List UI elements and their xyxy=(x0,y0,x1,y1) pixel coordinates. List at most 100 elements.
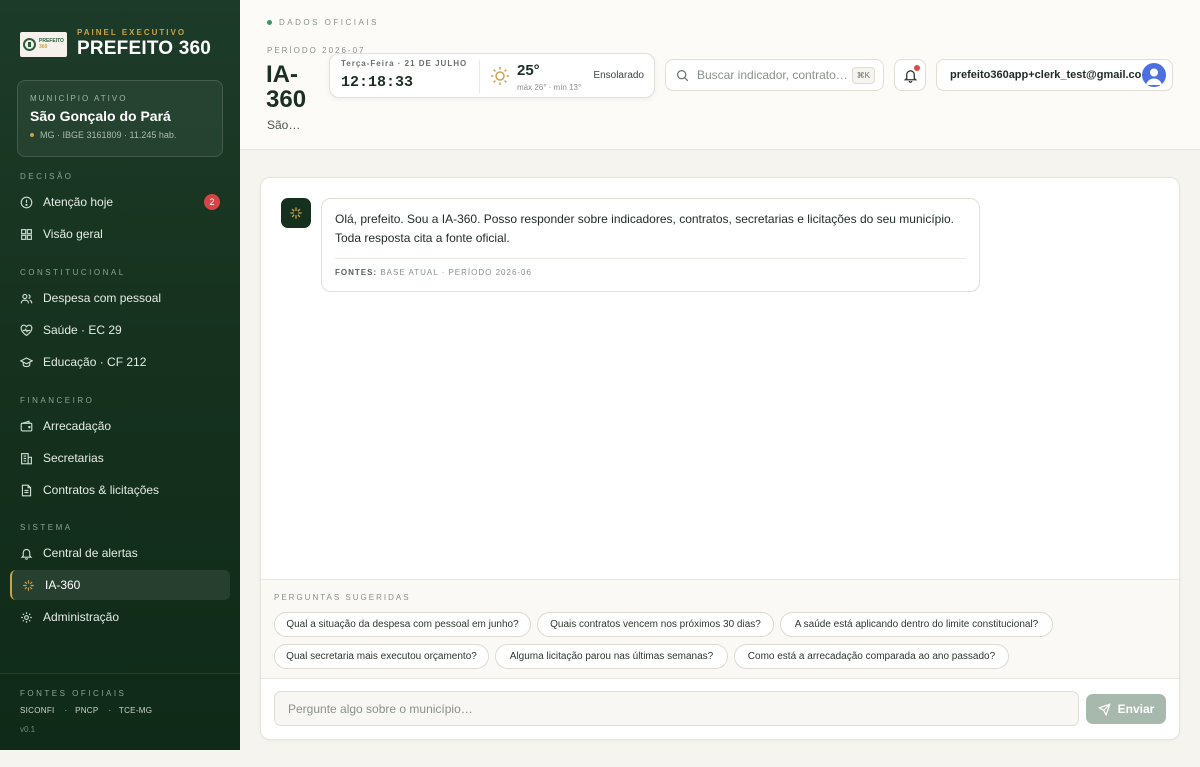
brand-kicker: PAINEL EXECUTIVO xyxy=(77,28,187,37)
composer[interactable] xyxy=(274,691,1079,726)
header-kicker: DADOS OFICIAIS xyxy=(279,18,379,27)
user-email: prefeito360app+clerk_test@gmail.com xyxy=(950,69,1142,81)
sparkles-icon xyxy=(290,207,302,219)
municipio-info: MG · IBGE 3161809 · 11.245 hab. xyxy=(40,130,177,140)
source-siconfi[interactable]: SICONFI xyxy=(20,706,55,715)
page-header: DADOS OFICIAIS PERÍODO 2026-07 IA-360 Sã… xyxy=(240,0,1200,150)
sidebar-item-label: Contratos & licitações xyxy=(43,483,160,497)
suggestion-chip[interactable]: Quais contratos vencem nos próximos 30 d… xyxy=(537,612,774,637)
sidebar-item-label: Educação · CF 212 xyxy=(43,355,147,369)
send-label: Enviar xyxy=(1117,702,1155,716)
message-input[interactable] xyxy=(288,701,1065,716)
grid-icon xyxy=(20,228,33,241)
sidebar-item-educacao[interactable]: Educação · CF 212 xyxy=(10,347,230,377)
sidebar-footer: FONTES OFICIAIS SICONFI · PNCP · TCE-MG v0… xyxy=(0,673,240,749)
status-dot xyxy=(30,133,34,137)
logo-text-bottom: 360 xyxy=(39,44,48,50)
municipio-label: MUNICÍPIO ATIVO xyxy=(30,94,128,103)
footer-label: FONTES OFICIAIS xyxy=(20,689,127,698)
send-icon xyxy=(1097,702,1111,716)
users-icon xyxy=(20,292,33,305)
sidebar-item-despesa-pessoal[interactable]: Despesa com pessoal xyxy=(10,283,230,313)
chat-panel: Olá, prefeito. Sou a IA-360. Posso respo… xyxy=(260,177,1180,740)
send-button[interactable]: Enviar xyxy=(1086,694,1166,724)
wallet-icon xyxy=(20,419,33,433)
sidebar: PREFEITO 360 PAINEL EXECUTIVO PREFEITO 36… xyxy=(0,0,240,750)
suggestion-chip[interactable]: Qual secretaria mais executou orçamento? xyxy=(274,644,489,669)
sidebar-item-label: Saúde · EC 29 xyxy=(43,323,122,337)
heart-pulse-icon xyxy=(20,324,33,337)
brand-title: PREFEITO 360 xyxy=(77,38,212,59)
weather-condition: Ensolarado xyxy=(593,70,644,81)
logo-mark-icon xyxy=(23,37,37,51)
clock-date: Terça-Feira · 21 DE JULHO xyxy=(341,59,468,68)
suggested-questions: PERGUNTAS SUGERIDAS Qual a situação da d… xyxy=(261,579,1179,679)
sources-label: FONTES: xyxy=(335,268,378,277)
assistant-message: Olá, prefeito. Sou a IA-360. Posso respo… xyxy=(321,198,980,292)
sidebar-item-administracao[interactable]: Administração xyxy=(10,602,230,632)
sidebar-item-label: IA-360 xyxy=(45,578,81,592)
divider xyxy=(335,258,966,259)
sidebar-item-label: Visão geral xyxy=(43,227,103,241)
sidebar-item-saude[interactable]: Saúde · EC 29 xyxy=(10,315,230,345)
clock-time: 12:18:33 xyxy=(341,74,414,91)
sparkles-icon xyxy=(22,579,35,592)
brand[interactable]: PREFEITO 360 PAINEL EXECUTIVO PREFEITO 36… xyxy=(20,28,211,60)
sidebar-item-central-alertas[interactable]: Central de alertas xyxy=(10,538,230,568)
alert-count-badge: 2 xyxy=(204,194,220,210)
sidebar-item-contratos[interactable]: Contratos & licitações xyxy=(10,475,230,505)
sidebar-item-secretarias[interactable]: Secretarias xyxy=(10,443,230,473)
alert-circle-icon xyxy=(20,196,33,209)
suggestion-chip[interactable]: Qual a situação da despesa com pessoal e… xyxy=(274,612,531,637)
status-dot xyxy=(267,20,272,25)
sidebar-item-arrecadacao[interactable]: Arrecadação xyxy=(10,411,230,441)
sidebar-item-label: Administração xyxy=(43,610,120,624)
sidebar-item-label: Atenção hoje xyxy=(43,195,114,209)
clock-weather-card: Terça-Feira · 21 DE JULHO 12:18:33 25° m… xyxy=(329,53,655,98)
building-icon xyxy=(20,452,33,465)
app-version: v0.1 xyxy=(20,725,36,734)
sidebar-item-atencao-hoje[interactable]: Atenção hoje 2 xyxy=(10,187,230,217)
gear-icon xyxy=(20,611,33,624)
section-label-decisao: DECISÃO xyxy=(20,172,74,181)
municipio-card[interactable]: MUNICÍPIO ATIVO São Gonçalo do Pará MG ·… xyxy=(17,80,223,157)
message-text: Olá, prefeito. Sou a IA-360. Posso respo… xyxy=(335,212,954,245)
search-shortcut: ⌘K xyxy=(851,66,875,84)
weather-temp: 25° xyxy=(517,62,540,79)
sidebar-item-label: Despesa com pessoal xyxy=(43,291,162,305)
brand-logo: PREFEITO 360 xyxy=(20,31,67,57)
section-label-constitucional: CONSTITUCIONAL xyxy=(20,268,126,277)
user-menu[interactable]: prefeito360app+clerk_test@gmail.com xyxy=(936,59,1173,91)
divider xyxy=(479,60,480,93)
graduation-cap-icon xyxy=(20,356,33,369)
suggestions-label: PERGUNTAS SUGERIDAS xyxy=(274,593,411,602)
notifications-button[interactable] xyxy=(894,59,926,91)
source-pncp[interactable]: PNCP xyxy=(75,706,98,715)
user-avatar-icon xyxy=(1146,68,1162,85)
search-box[interactable]: ⌘K xyxy=(665,59,884,91)
suggestion-chip[interactable]: Alguma licitação parou nas últimas seman… xyxy=(495,644,728,669)
document-icon xyxy=(20,484,33,497)
municipio-name: São Gonçalo do Pará xyxy=(30,108,171,124)
sidebar-item-label: Central de alertas xyxy=(43,546,138,560)
search-icon xyxy=(677,69,689,81)
bell-icon xyxy=(20,547,33,560)
notification-dot xyxy=(914,65,920,71)
sidebar-item-label: Secretarias xyxy=(43,451,104,465)
suggestion-chip[interactable]: Como está a arrecadação comparada ao ano… xyxy=(734,644,1009,669)
page-title: IA-360 xyxy=(266,61,307,113)
weather-range: máx 26° · mín 13° xyxy=(517,83,582,92)
sidebar-item-visao-geral[interactable]: Visão geral xyxy=(10,219,230,249)
section-label-sistema: SISTEMA xyxy=(20,523,73,532)
suggestion-chip[interactable]: A saúde está aplicando dentro do limite … xyxy=(780,612,1053,637)
sources-value: BASE ATUAL · PERÍODO 2026-06 xyxy=(380,268,532,277)
sidebar-item-label: Arrecadação xyxy=(43,419,112,433)
assistant-avatar xyxy=(281,198,311,228)
page-subtitle: São… xyxy=(267,118,301,132)
sidebar-item-ia-360[interactable]: IA-360 xyxy=(10,570,230,600)
source-tce-mg[interactable]: TCE-MG xyxy=(119,706,152,715)
search-input[interactable] xyxy=(697,68,852,82)
sun-icon xyxy=(491,67,509,85)
avatar[interactable] xyxy=(1142,63,1166,87)
section-label-financeiro: FINANCEIRO xyxy=(20,396,95,405)
